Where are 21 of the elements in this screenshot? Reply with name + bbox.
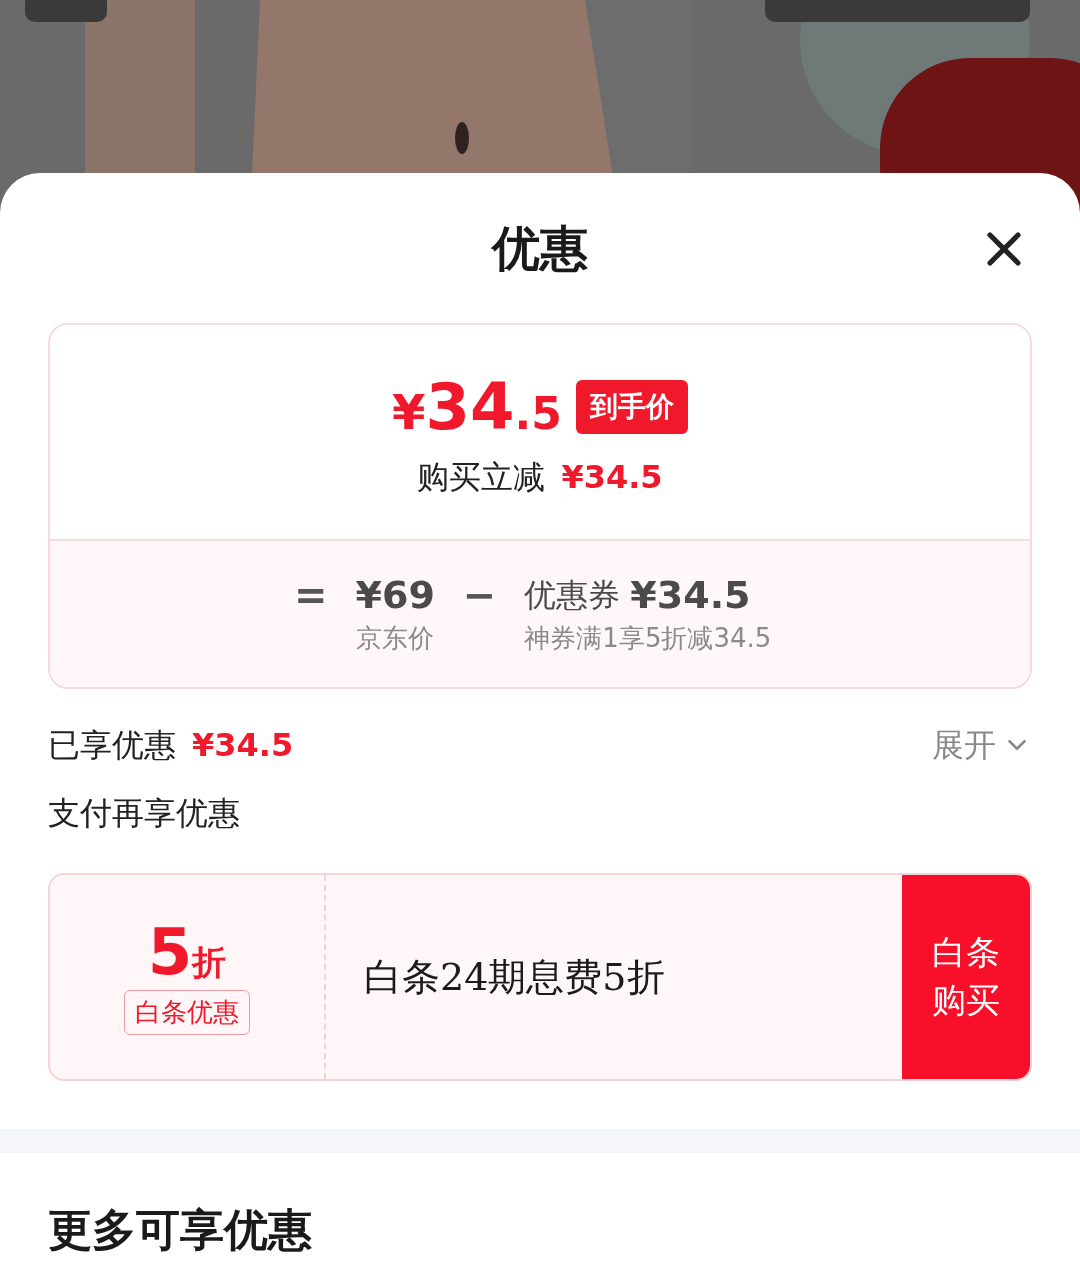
discount-label: 购买立减	[417, 457, 546, 498]
coupon-caption: 神券满1享5折减34.5	[524, 622, 772, 655]
coupon-value: ¥34.5	[630, 572, 751, 619]
enjoyed-amount: ¥34.5	[192, 725, 294, 766]
equals-sign: =	[294, 571, 328, 619]
offer-description: 白条24期息费5折	[364, 953, 665, 1001]
sheet-title: 优惠	[492, 219, 588, 278]
minus-sign: −	[462, 571, 497, 619]
discount-rate: 5折	[147, 919, 227, 984]
price-badge: 到手价	[575, 380, 688, 434]
discount-amount: ¥34.5	[561, 457, 663, 498]
section-title: 支付再享优惠	[48, 793, 240, 834]
offer-tag: 白条优惠	[124, 989, 250, 1035]
coupon-label: 优惠券	[524, 575, 621, 616]
list-price: ¥69	[355, 572, 435, 619]
enjoyed-label: 已享优惠	[48, 725, 176, 766]
buy-button[interactable]: 白条购买	[902, 875, 1030, 1079]
section-title: 更多可享优惠	[48, 1203, 312, 1257]
final-price: ¥34.5	[392, 375, 562, 439]
price-caption: 京东价	[355, 622, 435, 655]
expand-toggle[interactable]: 展开	[932, 721, 1032, 769]
